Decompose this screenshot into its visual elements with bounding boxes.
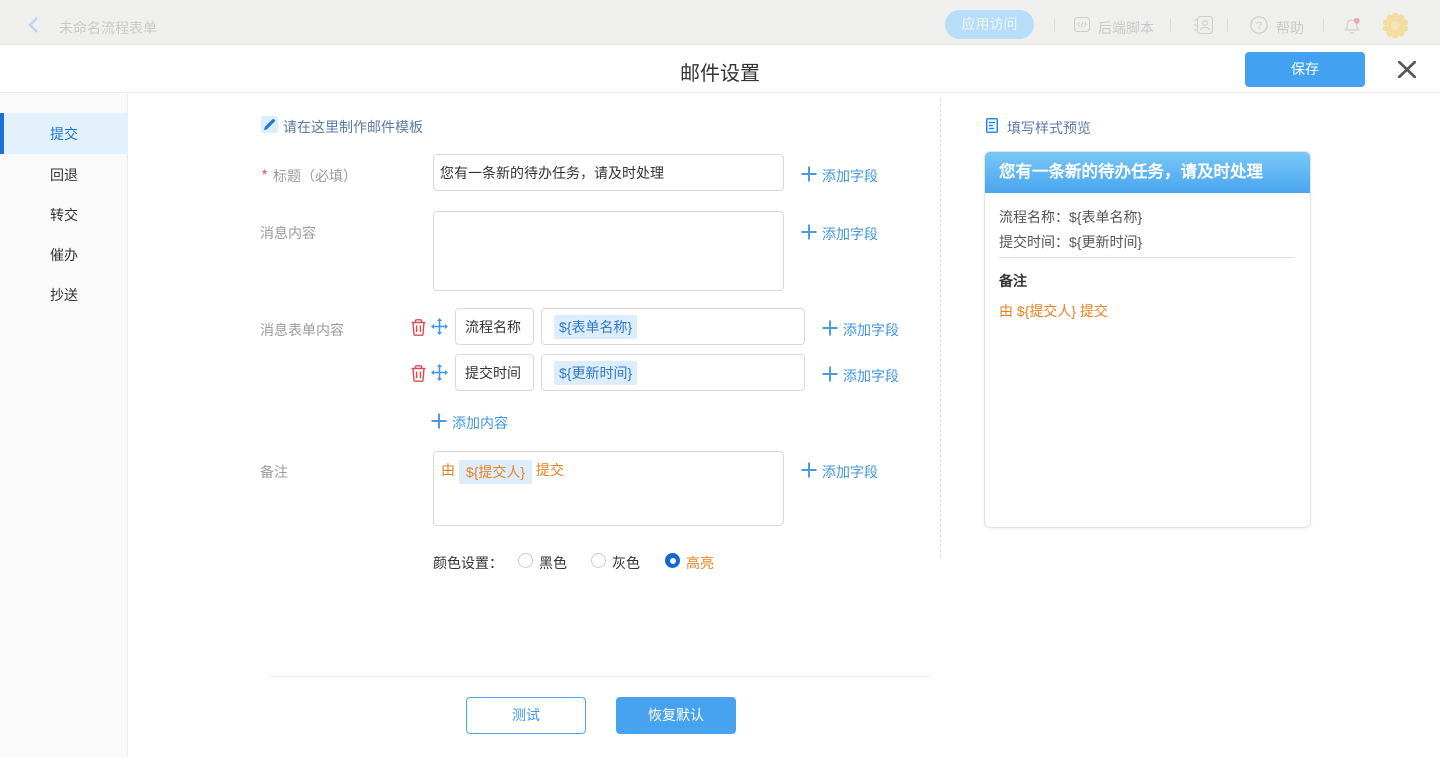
svg-text:?: ? (1256, 20, 1262, 32)
